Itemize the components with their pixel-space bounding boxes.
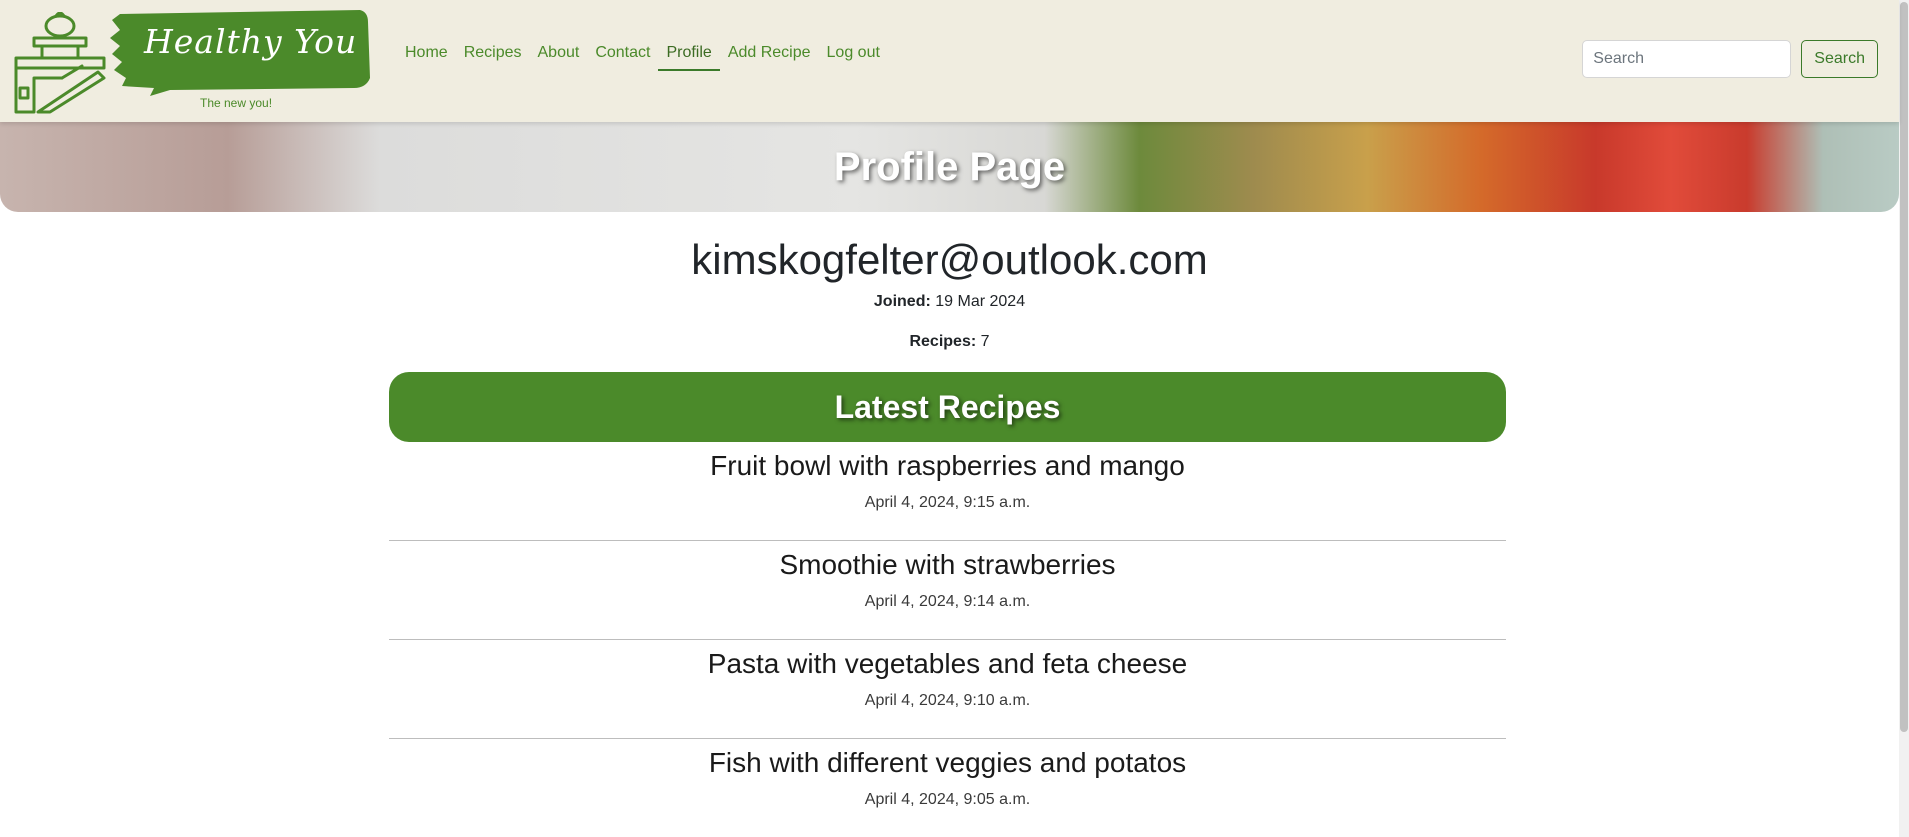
joined-label: Joined: bbox=[873, 293, 931, 310]
hero-banner: Profile Page bbox=[0, 122, 1899, 212]
recipe-item[interactable]: Fruit bowl with raspberries and mango Ap… bbox=[389, 442, 1506, 541]
search-form: Search bbox=[1582, 40, 1878, 78]
nav-profile-link[interactable]: Profile bbox=[658, 38, 721, 71]
nav-contact-link[interactable]: Contact bbox=[587, 38, 658, 68]
recipes-count-label: Recipes: bbox=[909, 333, 977, 350]
nav-logout-link[interactable]: Log out bbox=[819, 38, 888, 68]
brand-tagline: The new you! bbox=[200, 96, 273, 110]
recipes-count-value: 7 bbox=[980, 333, 990, 350]
recipe-item[interactable]: Pasta with vegetables and feta cheese Ap… bbox=[389, 640, 1506, 739]
latest-recipes-list: Fruit bowl with raspberries and mango Ap… bbox=[389, 442, 1506, 837]
recipe-item[interactable]: Smoothie with strawberries April 4, 2024… bbox=[389, 541, 1506, 640]
recipes-count-info: Recipes: 7 bbox=[0, 333, 1899, 351]
joined-value: 19 Mar 2024 bbox=[935, 293, 1026, 310]
search-button[interactable]: Search bbox=[1801, 40, 1878, 78]
brand-title: Healthy You bbox=[144, 22, 358, 61]
nav-recipes-link[interactable]: Recipes bbox=[456, 38, 530, 68]
nav-home-link[interactable]: Home bbox=[397, 38, 456, 68]
nav-about-link[interactable]: About bbox=[530, 38, 588, 68]
recipe-date: April 4, 2024, 9:14 a.m. bbox=[864, 593, 1031, 610]
recipe-date: April 4, 2024, 9:05 a.m. bbox=[864, 791, 1031, 808]
page-scrollbar[interactable] bbox=[1899, 0, 1909, 837]
page-title: Profile Page bbox=[833, 145, 1066, 189]
kitchen-logo-icon bbox=[14, 12, 106, 114]
recipe-title[interactable]: Fish with different veggies and potatos bbox=[389, 747, 1506, 779]
scrollbar-thumb[interactable] bbox=[1900, 2, 1908, 732]
recipe-date: April 4, 2024, 9:15 a.m. bbox=[864, 494, 1031, 511]
recipe-date: April 4, 2024, 9:10 a.m. bbox=[864, 692, 1031, 709]
joined-info: Joined: 19 Mar 2024 bbox=[0, 293, 1899, 311]
main-nav: Home Recipes About Contact Profile Add R… bbox=[397, 38, 888, 71]
nav-add-recipe-link[interactable]: Add Recipe bbox=[720, 38, 819, 68]
search-input[interactable] bbox=[1582, 40, 1792, 78]
recipe-title[interactable]: Pasta with vegetables and feta cheese bbox=[389, 648, 1506, 680]
recipe-item[interactable]: Fish with different veggies and potatos … bbox=[389, 739, 1506, 837]
navbar: Healthy You The new you! Home Recipes Ab… bbox=[0, 0, 1899, 122]
latest-recipes-heading: Latest Recipes bbox=[389, 372, 1506, 442]
recipe-title[interactable]: Fruit bowl with raspberries and mango bbox=[389, 450, 1506, 482]
brand-logo[interactable]: Healthy You The new you! bbox=[12, 8, 370, 116]
profile-email: kimskogfelter@outlook.com bbox=[691, 236, 1208, 283]
recipe-title[interactable]: Smoothie with strawberries bbox=[389, 549, 1506, 581]
